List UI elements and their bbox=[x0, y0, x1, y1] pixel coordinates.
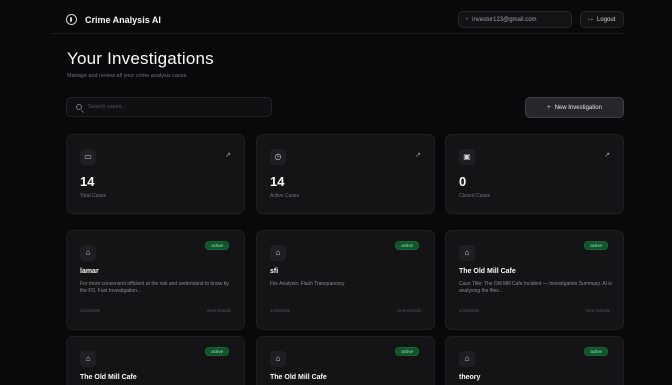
file-icon: ⌂ bbox=[270, 245, 286, 261]
investigation-date: 1/16/2026 bbox=[80, 308, 101, 313]
search-icon bbox=[76, 104, 82, 110]
check-square-icon: ▣ bbox=[459, 149, 475, 165]
stat-label: Total Cases bbox=[80, 193, 107, 199]
status-badge: active bbox=[205, 347, 229, 356]
stat-card-total: ▭ ↗ 14 Total Cases bbox=[66, 134, 245, 214]
trending-up-icon: ↗ bbox=[225, 152, 231, 159]
status-badge: active bbox=[584, 347, 608, 356]
stat-value: 0 bbox=[459, 174, 467, 189]
page-subtitle: Manage and review all your crime analysi… bbox=[67, 73, 187, 79]
new-investigation-button[interactable]: + New Investigation bbox=[525, 97, 624, 118]
status-badge: active bbox=[584, 241, 608, 250]
investigation-title: The Old Mill Cafe bbox=[270, 374, 327, 381]
investigation-description: File Analysis: Flash Transparency bbox=[270, 281, 345, 287]
stat-card-closed: ▣ ↗ 0 Closed Cases bbox=[445, 134, 624, 214]
view-details-link[interactable]: View Details bbox=[396, 308, 421, 313]
file-icon: ⌂ bbox=[80, 351, 96, 367]
investigation-title: sfi bbox=[270, 268, 279, 275]
investigation-card[interactable]: ⌂ active The Old Mill Cafe bbox=[256, 336, 435, 385]
user-email: investor123@gmail.com bbox=[472, 16, 537, 23]
investigation-date: 1/16/2026 bbox=[459, 308, 480, 313]
clock-icon: ◷ bbox=[270, 149, 286, 165]
investigation-card[interactable]: ⌂ active lamar For more convenient effic… bbox=[66, 230, 245, 330]
file-icon: ⌂ bbox=[80, 245, 96, 261]
file-icon: ⌂ bbox=[459, 351, 475, 367]
folder-icon: ▭ bbox=[80, 149, 96, 165]
app-title: Crime Analysis AI bbox=[85, 14, 161, 25]
investigation-card[interactable]: ⌂ active theory bbox=[445, 336, 624, 385]
user-email-pill[interactable]: • investor123@gmail.com bbox=[458, 11, 572, 28]
logout-icon: ↦ bbox=[588, 17, 594, 23]
search-box[interactable] bbox=[66, 97, 272, 117]
investigation-description: Case Title: The Old Mill Cafe Incident —… bbox=[459, 281, 612, 294]
stat-label: Active Cases bbox=[270, 193, 300, 199]
top-bar: Crime Analysis AI • investor123@gmail.co… bbox=[52, 6, 624, 34]
logout-button[interactable]: ↦ Logout bbox=[580, 11, 624, 28]
investigation-card[interactable]: ⌂ active The Old Mill Cafe bbox=[66, 336, 245, 385]
investigation-title: theory bbox=[459, 374, 481, 381]
brand-logo-icon bbox=[66, 14, 77, 25]
investigation-title: lamar bbox=[80, 268, 99, 275]
investigation-title: The Old Mill Cafe bbox=[80, 374, 137, 381]
trending-up-icon: ↗ bbox=[604, 152, 610, 159]
investigation-date: 1/16/2026 bbox=[270, 308, 291, 313]
trending-up-icon: ↗ bbox=[415, 152, 421, 159]
stat-label: Closed Cases bbox=[459, 193, 491, 199]
status-badge: active bbox=[395, 347, 419, 356]
investigation-description: For more convenient efficient at the ris… bbox=[80, 281, 229, 294]
view-details-link[interactable]: View Details bbox=[585, 308, 610, 313]
stat-card-active: ◷ ↗ 14 Active Cases bbox=[256, 134, 435, 214]
page-title: Your Investigations bbox=[67, 49, 214, 68]
file-icon: ⌂ bbox=[270, 351, 286, 367]
status-badge: active bbox=[395, 241, 419, 250]
search-input[interactable] bbox=[88, 104, 258, 110]
stat-value: 14 bbox=[80, 174, 95, 189]
plus-icon: + bbox=[547, 104, 551, 111]
logout-label: Logout bbox=[597, 16, 616, 23]
stat-value: 14 bbox=[270, 174, 285, 189]
status-badge: active bbox=[205, 241, 229, 250]
user-icon: • bbox=[466, 16, 469, 23]
file-icon: ⌂ bbox=[459, 245, 475, 261]
new-investigation-label: New Investigation bbox=[554, 104, 602, 111]
investigation-card[interactable]: ⌂ active sfi File Analysis: Flash Transp… bbox=[256, 230, 435, 330]
brand[interactable]: Crime Analysis AI bbox=[52, 14, 161, 25]
investigation-title: The Old Mill Cafe bbox=[459, 268, 516, 275]
investigation-card[interactable]: ⌂ active The Old Mill Cafe Case Title: T… bbox=[445, 230, 624, 330]
top-right-actions: • investor123@gmail.com ↦ Logout bbox=[458, 11, 624, 28]
view-details-link[interactable]: View Details bbox=[206, 308, 231, 313]
